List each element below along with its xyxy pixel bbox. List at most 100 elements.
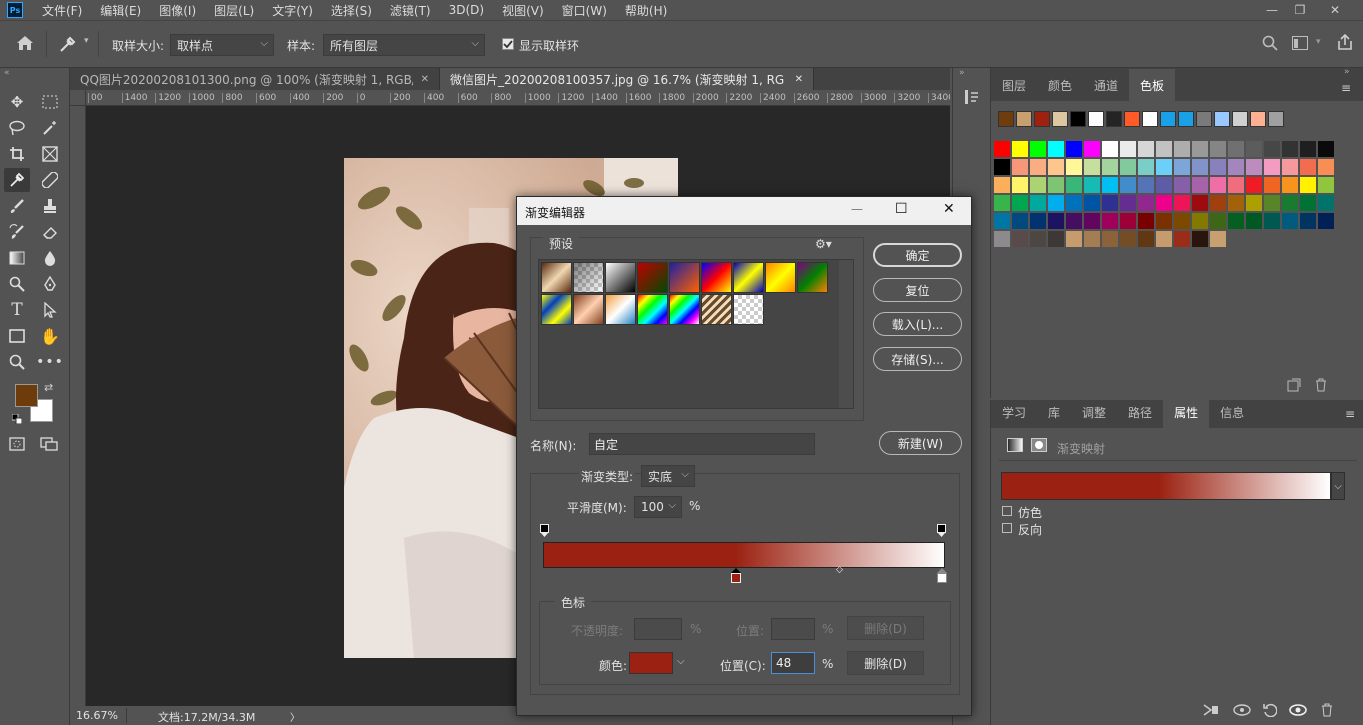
swatch[interactable]: [1120, 213, 1136, 229]
eyedropper-tool-icon[interactable]: [4, 168, 30, 192]
opacity-stop-right[interactable]: [937, 524, 946, 541]
swatch[interactable]: [1048, 231, 1064, 247]
swatch[interactable]: [1192, 141, 1208, 157]
gradient-preset[interactable]: [765, 262, 796, 293]
gradient-preset[interactable]: [701, 294, 732, 325]
rectangle-tool-icon[interactable]: [4, 324, 30, 348]
swatch[interactable]: [1318, 177, 1334, 193]
swatch[interactable]: [1066, 141, 1082, 157]
swatch[interactable]: [1120, 231, 1136, 247]
swatch[interactable]: [1318, 159, 1334, 175]
swatch[interactable]: [1030, 177, 1046, 193]
delete-swatch-icon[interactable]: [1315, 378, 1327, 395]
reset-icon[interactable]: [1263, 703, 1278, 720]
swatch[interactable]: [1156, 177, 1172, 193]
swatch[interactable]: [1264, 141, 1280, 157]
presets-gear-icon[interactable]: ⚙▾: [815, 237, 832, 251]
new-button[interactable]: 新建(W): [879, 431, 962, 455]
swap-colors-icon[interactable]: ⇄: [44, 381, 53, 394]
swatch[interactable]: [1210, 195, 1226, 211]
quick-mask-icon[interactable]: [9, 437, 25, 454]
swatch[interactable]: [1102, 177, 1118, 193]
home-icon[interactable]: [16, 35, 36, 53]
frame-tool-icon[interactable]: [37, 142, 63, 166]
swatch[interactable]: [1264, 177, 1280, 193]
swatch[interactable]: [1318, 213, 1334, 229]
swatch[interactable]: [1102, 195, 1118, 211]
swatch[interactable]: [1084, 177, 1100, 193]
minimize-button[interactable]: —: [1257, 0, 1287, 20]
swatch[interactable]: [1012, 177, 1028, 193]
workspace-icon[interactable]: [1292, 36, 1308, 53]
status-menu-arrow-icon[interactable]: 〉: [290, 709, 300, 724]
swatch[interactable]: [1228, 195, 1244, 211]
reverse-checkbox[interactable]: [1002, 523, 1012, 533]
swatch[interactable]: [1048, 159, 1064, 175]
type-tool-icon[interactable]: T: [4, 298, 30, 322]
swatch[interactable]: [1210, 141, 1226, 157]
swatch[interactable]: [1282, 141, 1298, 157]
menu-image[interactable]: 图像(I): [150, 2, 205, 19]
tab-qq-image[interactable]: QQ图片20200208101300.png @ 100% (渐变映射 1, R…: [70, 68, 440, 90]
swatch[interactable]: [994, 231, 1010, 247]
swatch[interactable]: [1066, 231, 1082, 247]
swatch[interactable]: [994, 213, 1010, 229]
swatch[interactable]: [1120, 195, 1136, 211]
stop-color-swatch[interactable]: [629, 652, 673, 674]
swatch[interactable]: [1048, 213, 1064, 229]
recent-swatch[interactable]: [1268, 111, 1284, 127]
tab-close-icon[interactable]: ✕: [795, 74, 803, 85]
properties-tab-2[interactable]: 调整: [1071, 396, 1117, 428]
save-button[interactable]: 存储(S)...: [873, 347, 962, 371]
delete-color-stop-button[interactable]: 删除(D): [847, 651, 924, 675]
swatch[interactable]: [1192, 177, 1208, 193]
dialog-minimize-button[interactable]: —: [851, 202, 863, 216]
swatch[interactable]: [994, 195, 1010, 211]
swatch[interactable]: [1012, 159, 1028, 175]
swatch[interactable]: [1102, 213, 1118, 229]
menu-3d[interactable]: 3D(D): [440, 3, 493, 17]
swatch[interactable]: [1246, 213, 1262, 229]
swatch[interactable]: [1282, 159, 1298, 175]
recent-swatch[interactable]: [1034, 111, 1050, 127]
reset-button[interactable]: 复位: [873, 278, 962, 302]
swatch[interactable]: [1138, 213, 1154, 229]
screen-mode-icon[interactable]: [40, 437, 58, 454]
lasso-tool-icon[interactable]: [4, 116, 30, 140]
swatch[interactable]: [1102, 159, 1118, 175]
swatch[interactable]: [1318, 141, 1334, 157]
color-stop-selected[interactable]: [730, 568, 742, 586]
properties-tab-5[interactable]: 信息: [1209, 396, 1255, 428]
swatch[interactable]: [1282, 177, 1298, 193]
gradient-preset[interactable]: [733, 294, 764, 325]
swatch[interactable]: [994, 159, 1010, 175]
swatch[interactable]: [1066, 177, 1082, 193]
swatch[interactable]: [1246, 195, 1262, 211]
swatch[interactable]: [1192, 159, 1208, 175]
dialog-maximize-button[interactable]: ☐: [895, 201, 908, 217]
swatch[interactable]: [1156, 141, 1172, 157]
swatch[interactable]: [1120, 177, 1136, 193]
swatch[interactable]: [1156, 213, 1172, 229]
zoom-level[interactable]: 16.67%: [76, 709, 118, 722]
swatch[interactable]: [1192, 195, 1208, 211]
dialog-close-button[interactable]: ✕: [943, 201, 955, 217]
swatch[interactable]: [1030, 141, 1046, 157]
swatch[interactable]: [1120, 159, 1136, 175]
swatch[interactable]: [1030, 213, 1046, 229]
swatch[interactable]: [1048, 195, 1064, 211]
swatch[interactable]: [1102, 231, 1118, 247]
gradient-preset[interactable]: [669, 262, 700, 293]
swatch[interactable]: [1174, 177, 1190, 193]
swatch[interactable]: [1192, 213, 1208, 229]
gradient-preset[interactable]: [701, 262, 732, 293]
gradient-preset[interactable]: [541, 294, 572, 325]
gradient-preset[interactable]: [573, 294, 604, 325]
swatch[interactable]: [1120, 141, 1136, 157]
swatch[interactable]: [1282, 213, 1298, 229]
name-input[interactable]: 自定: [589, 433, 815, 455]
swatch[interactable]: [994, 177, 1010, 193]
recent-swatch[interactable]: [1106, 111, 1122, 127]
visibility-icon[interactable]: [1289, 703, 1307, 720]
swatch[interactable]: [1084, 231, 1100, 247]
